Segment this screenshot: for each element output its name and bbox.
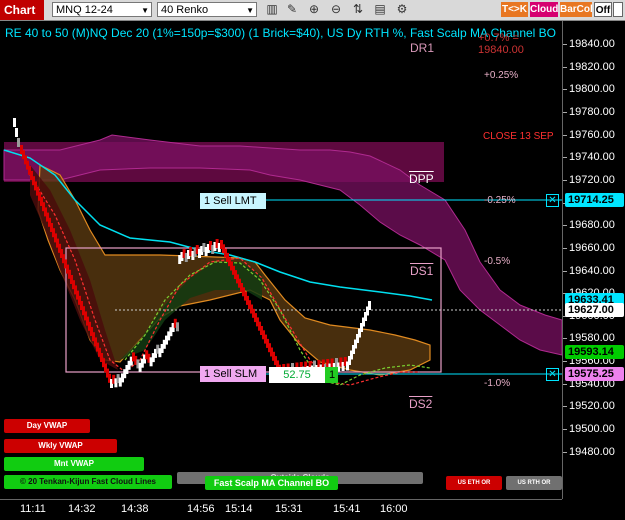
sell-slm-order-label[interactable]: 1 Sell SLM [200, 366, 266, 382]
price-axis-label: 19780.00 [569, 106, 615, 118]
price-axis-tick [563, 67, 567, 68]
time-axis-label: 15:14 [225, 503, 253, 515]
close-order-icon[interactable]: ✕ [546, 368, 559, 381]
price-axis-tick [563, 225, 567, 226]
off-toggle-button[interactable]: Off [594, 2, 612, 17]
us-eth-or-button[interactable]: US ETH OR [446, 476, 502, 490]
renko-up-brick [13, 118, 16, 127]
level-top-label: +0.7% = 19840.00 [478, 32, 562, 56]
price-axis-label: 19480.00 [569, 446, 615, 458]
price-axis-label: 19820.00 [569, 61, 615, 73]
minus-10-label: -1.0% [484, 378, 510, 389]
minus-05-label: -0.5% [484, 256, 510, 267]
kijun-label: Tenkan-Kijun Fast Cloud Lines [39, 477, 156, 486]
chart-toolbar: Chart MNQ 12-24 ▼ 40 Renko ▼ ▥ ✎ ⊕ ⊖ ⇅ ▤… [0, 0, 625, 21]
mnt-vwap-button[interactable]: Mnt VWAP [4, 457, 144, 471]
time-axis[interactable]: 11:11 14:32 14:38 14:56 15:14 15:31 15:41 16:00 [0, 499, 562, 520]
price-axis-tick [563, 157, 567, 158]
green-price-tag: 19593.14 [565, 345, 624, 359]
sell-slm-value: 52.75 [269, 367, 325, 383]
price-axis-label: 19800.00 [569, 83, 615, 95]
cloud-toggle-button[interactable]: Cloud [530, 2, 558, 17]
chart-window-tab[interactable]: Chart [0, 0, 44, 20]
time-axis-label: 15:31 [275, 503, 303, 515]
renko-down-brick [176, 322, 179, 331]
price-axis[interactable]: 19840.00 19820.00 19800.00 19780.00 19760.00… [562, 21, 625, 499]
ds1-label: DS1 [410, 264, 433, 278]
price-axis-label: 19580.00 [569, 332, 615, 344]
sell-lmt-order-label[interactable]: 1 Sell LMT [200, 193, 266, 209]
time-axis-label: 16:00 [380, 503, 408, 515]
time-axis-label: 14:32 [68, 503, 96, 515]
kijun-prefix: © 20 [20, 477, 37, 486]
bar-type-selector[interactable]: 40 Renko ▼ [157, 2, 257, 17]
fast-scalp-button[interactable]: Fast Scalp MA Channel BO [205, 476, 338, 490]
renko-up-brick [368, 301, 371, 310]
close-order-icon[interactable]: ✕ [546, 194, 559, 207]
price-axis-label: 19680.00 [569, 219, 615, 231]
minus-025-label: -0.25% [484, 195, 516, 206]
tk-toggle-button[interactable]: T<>K [501, 2, 528, 17]
bar-type-value: 40 Renko [161, 4, 208, 16]
price-axis-tick [563, 452, 567, 453]
bar-style-icon[interactable]: ▥ [264, 2, 280, 17]
barcol-toggle-button[interactable]: BarCol [560, 2, 592, 17]
price-axis-tick [563, 44, 567, 45]
dr1-label: DR1 [410, 41, 434, 55]
price-axis-label: 19640.00 [569, 265, 615, 277]
renko-up-brick [15, 128, 18, 137]
time-axis-label: 11:11 [20, 503, 46, 515]
price-axis-tick [563, 361, 567, 362]
data-box-icon[interactable]: ▤ [372, 2, 388, 17]
sell-slm-qty[interactable]: 1 [325, 367, 338, 383]
chevron-down-icon: ▼ [246, 3, 254, 18]
drawing-tools-icon[interactable]: ✎ [284, 2, 300, 17]
time-axis-label: 15:41 [333, 503, 361, 515]
renko-up-brick [17, 138, 20, 147]
price-axis-tick [563, 429, 567, 430]
zoom-in-icon[interactable]: ⊕ [306, 2, 322, 17]
price-axis-label: 19660.00 [569, 242, 615, 254]
price-axis-tick [563, 135, 567, 136]
price-axis-tick [563, 406, 567, 407]
zoom-out-icon[interactable]: ⊖ [328, 2, 344, 17]
dpp-label: DPP [409, 172, 434, 186]
price-axis-label: 19720.00 [569, 174, 615, 186]
instrument-selector[interactable]: MNQ 12-24 ▼ [52, 2, 152, 17]
chart-title: RE 40 to 50 (M)NQ Dec 20 (1%=150p=$300) … [5, 26, 556, 40]
price-axis-tick [563, 112, 567, 113]
price-axis-tick [563, 180, 567, 181]
chart-plot-area[interactable]: RE 40 to 50 (M)NQ Dec 20 (1%=150p=$300) … [0, 21, 562, 499]
last-price-tag: 19627.00 [565, 303, 624, 317]
day-vwap-button[interactable]: Day VWAP [4, 419, 90, 433]
properties-icon[interactable]: ⚙ [394, 2, 410, 17]
price-axis-label: 19520.00 [569, 400, 615, 412]
price-axis-tick [563, 89, 567, 90]
time-axis-label: 14:38 [121, 503, 149, 515]
us-rth-or-button[interactable]: US RTH OR [506, 476, 562, 490]
price-axis-tick [563, 338, 567, 339]
price-axis-tick [563, 384, 567, 385]
close-13-sep-label: CLOSE 13 SEP [483, 131, 554, 142]
ds2-label: DS2 [409, 397, 432, 411]
plus-025-label: +0.25% [484, 70, 518, 81]
off-checkbox[interactable] [613, 2, 623, 17]
slm-price-tag: 19575.25 [565, 367, 624, 381]
wkly-vwap-button[interactable]: Wkly VWAP [4, 439, 117, 453]
chevron-down-icon: ▼ [141, 3, 149, 18]
price-axis-label: 19500.00 [569, 423, 615, 435]
kijun-fast-cloud-lines-button[interactable]: © 20 Tenkan-Kijun Fast Cloud Lines [4, 475, 172, 489]
sell-lmt-price-tag: 19714.25 [565, 193, 624, 207]
price-axis-tick [563, 271, 567, 272]
price-axis-label: 19740.00 [569, 151, 615, 163]
instrument-value: MNQ 12-24 [56, 4, 113, 16]
price-axis-label: 19760.00 [569, 129, 615, 141]
price-axis-tick [563, 248, 567, 249]
trade-icon[interactable]: ⇅ [350, 2, 366, 17]
time-axis-label: 14:56 [187, 503, 215, 515]
price-axis-label: 19840.00 [569, 38, 615, 50]
